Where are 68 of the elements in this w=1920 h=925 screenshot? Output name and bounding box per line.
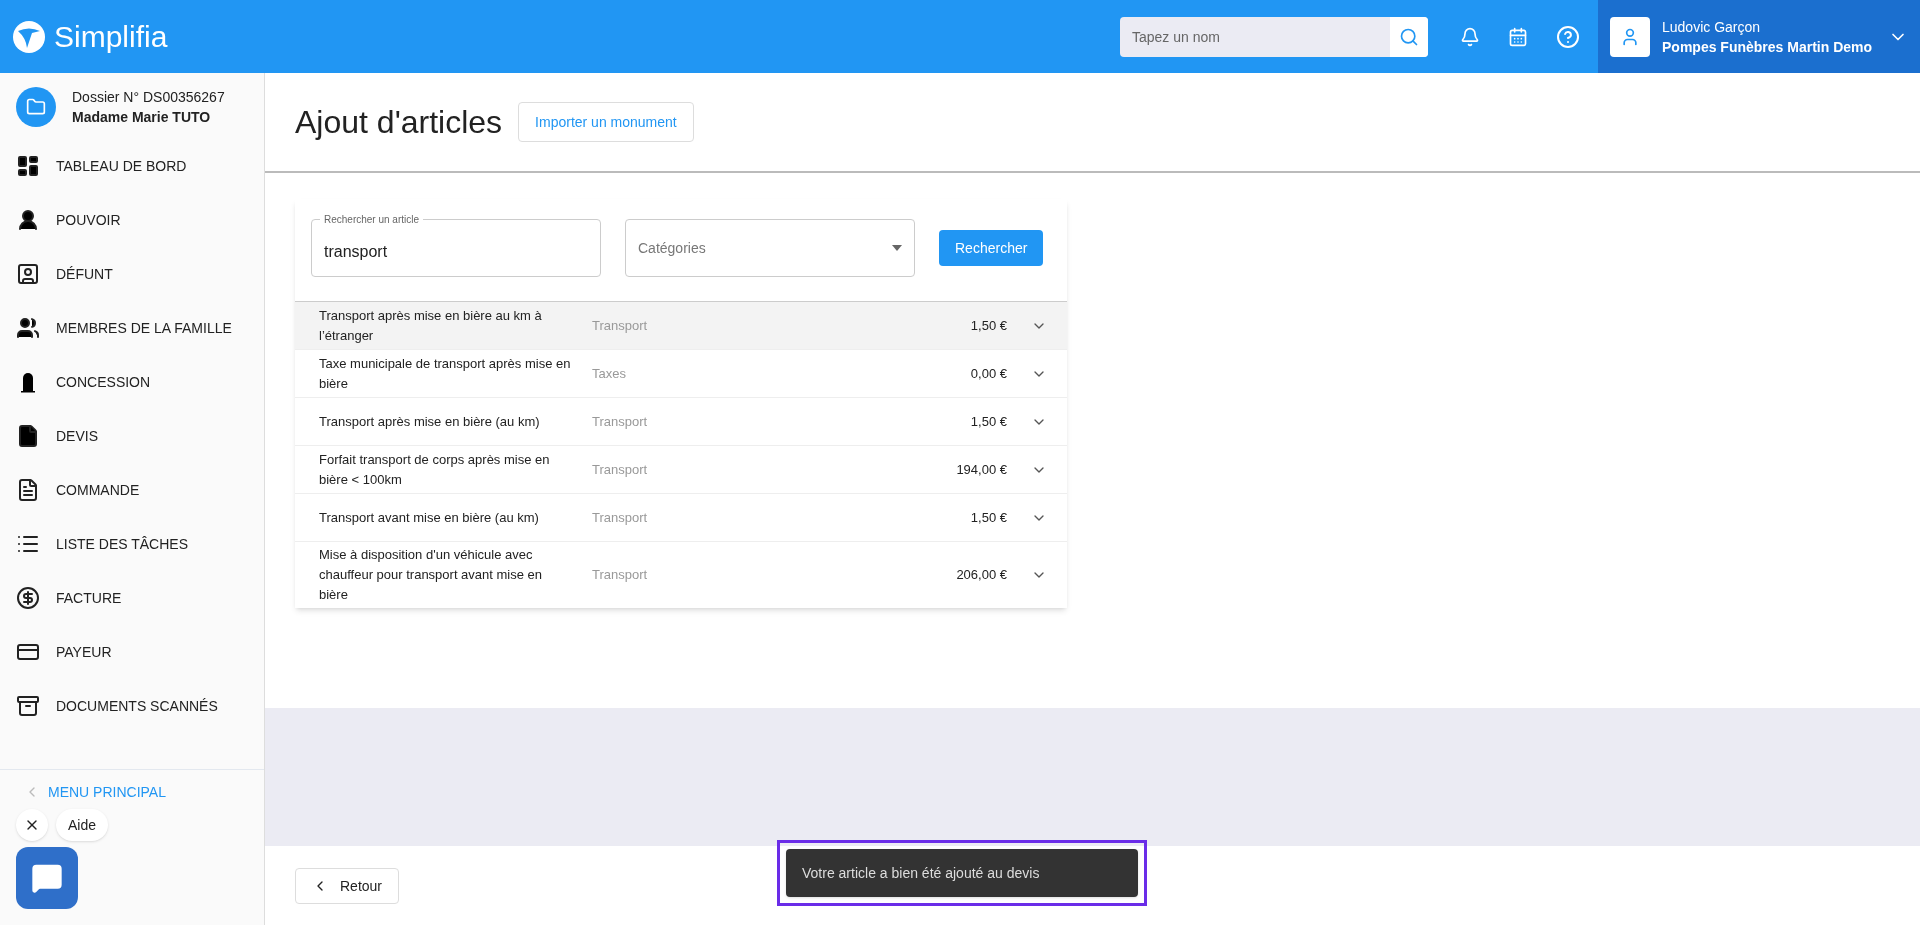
people-icon (16, 316, 40, 340)
sidebar-item[interactable]: FACTURE (0, 571, 264, 625)
article-name: Transport avant mise en bière (au km) (319, 508, 540, 527)
article-category: Transport (592, 316, 649, 335)
sidebar-item[interactable]: DOCUMENTS SCANNÉS (0, 679, 264, 733)
dashboard-icon (16, 154, 40, 178)
article-row[interactable]: Transport après mise en bière (au km) Transport 1,50 € (295, 397, 1067, 445)
archive-icon (16, 694, 40, 718)
article-price: 1,50 € (970, 316, 1007, 335)
help-bubble: Aide (56, 809, 109, 841)
help-icon[interactable] (1556, 24, 1580, 49)
article-category: Transport (592, 508, 649, 527)
logo-icon (12, 19, 46, 54)
folder-icon (26, 97, 46, 117)
user-name: Ludovic Garçon (1662, 17, 1762, 37)
dollar-icon (16, 586, 40, 610)
sidebar-item[interactable]: PAYEUR (0, 625, 264, 679)
article-search-field[interactable]: transport (324, 240, 588, 264)
article-category: Transport (592, 460, 649, 479)
article-price: 194,00 € (956, 460, 1007, 479)
user-icon (1620, 26, 1640, 47)
article-row[interactable]: Taxe municipale de transport après mise en bière Taxes 0,00 € (295, 349, 1067, 397)
company-name: Pompes Funèbres Martin Demo (1662, 37, 1873, 57)
article-row[interactable]: Transport après mise en bière au km à l’étranger Transport 1,50 € (295, 301, 1067, 349)
category-select[interactable]: Catégories (625, 219, 915, 277)
chat-button[interactable] (16, 847, 78, 909)
article-row[interactable]: Forfait transport de corps après mise en bière < 100km Transport 194,00 € (295, 445, 1067, 493)
search-field[interactable]: Tapez un nom (1120, 26, 1390, 47)
sidebar-item[interactable]: CONCESSION (0, 355, 264, 409)
sidebar-item[interactable]: TABLEAU DE BORD (0, 139, 264, 193)
article-name: Transport après mise en bière (au km) (319, 412, 541, 431)
article-name: Transport après mise en bière au km à l’étranger (319, 306, 543, 345)
article-category: Taxes (592, 364, 627, 383)
close-button[interactable] (16, 809, 48, 841)
dossier-number: Dossier N° DS00356267 (72, 88, 225, 107)
sidebar-item[interactable]: POUVOIR (0, 193, 264, 247)
article-price: 1,50 € (970, 508, 1007, 527)
article-category: Transport (592, 412, 649, 431)
article-price: 1,50 € (970, 412, 1007, 431)
toast-message: Votre article a bien été ajouté au devis (786, 849, 1138, 897)
article-row[interactable]: Transport avant mise en bière (au km) Transport 1,50 € (295, 493, 1067, 541)
calendar-icon[interactable] (1508, 26, 1528, 47)
article-name: Taxe municipale de transport après mise en bière (319, 354, 572, 393)
sidebar-item[interactable]: LISTE DES TÂCHES (0, 517, 264, 571)
contact-icon (16, 262, 40, 286)
article-row[interactable]: Mise à disposition d'un véhicule avec chauffeur pour transport avant mise en bière Transport 206,00 € (295, 541, 1067, 608)
article-name: Mise à disposition d'un véhicule avec chauffeur pour transport avant mise en bière (319, 546, 544, 604)
person-icon (16, 208, 40, 232)
client-name: Madame Marie TUTO (72, 108, 212, 127)
sidebar-item[interactable]: MEMBRES DE LA FAMILLE (0, 301, 264, 355)
dropdown-caret-icon (892, 245, 902, 251)
bell-icon[interactable] (1460, 26, 1480, 47)
chat-icon (31, 862, 63, 894)
sidebar-item[interactable]: COMMANDE (0, 463, 264, 517)
logo-text: Simplifia (54, 19, 168, 55)
article-price: 0,00 € (970, 364, 1007, 383)
file-icon (16, 424, 40, 448)
search-bar[interactable]: Tapez un nom (1120, 16, 1428, 57)
article-price: 206,00 € (956, 566, 1007, 584)
back-button[interactable]: Retour (295, 867, 400, 904)
page-title: Ajout d'articles (295, 103, 503, 142)
article-category: Transport (592, 566, 649, 584)
user-menu[interactable]: Ludovic Garçon Pompes Funèbres Martin Demo (1598, 0, 1920, 73)
search-icon[interactable] (1399, 26, 1419, 47)
article-name: Forfait transport de corps après mise en bière < 100km (319, 450, 551, 489)
sidebar-item[interactable]: DÉFUNT (0, 247, 264, 301)
sidebar-item[interactable]: DEVIS (0, 409, 264, 463)
document-icon (16, 478, 40, 502)
